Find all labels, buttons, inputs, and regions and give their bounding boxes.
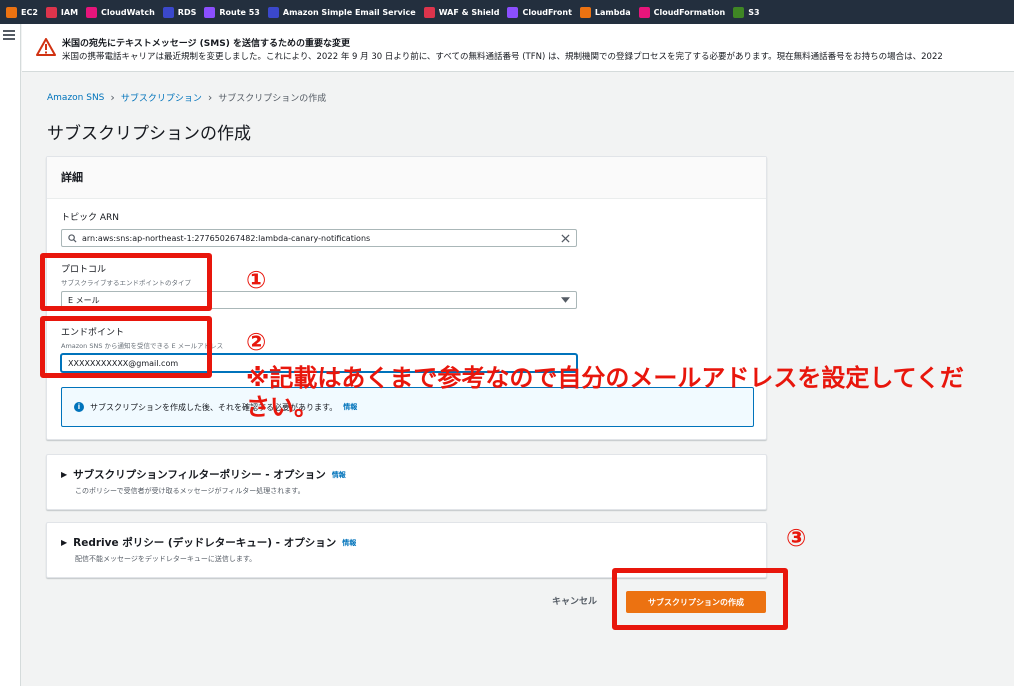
caret-right-icon: ▶	[61, 470, 68, 479]
search-icon	[68, 233, 77, 243]
bookmark-label: CloudWatch	[101, 7, 155, 17]
filter-policy-info-link[interactable]: 情報	[332, 470, 346, 480]
annotation-box-endpoint	[40, 316, 212, 378]
bookmark-amazon-simple-email-service[interactable]: Amazon Simple Email Service	[267, 0, 424, 24]
bookmark-cloudfront[interactable]: CloudFront	[507, 0, 579, 24]
warning-banner: 米国の宛先にテキストメッセージ (SMS) を送信するための重要な変更 米国の携…	[22, 24, 1014, 72]
redrive-policy-info-link[interactable]: 情報	[342, 538, 356, 548]
annotation-box-protocol	[40, 253, 212, 311]
filter-policy-title-row[interactable]: ▶ サブスクリプションフィルターポリシー - オプション 情報	[61, 467, 346, 482]
details-header: 詳細	[47, 157, 766, 199]
redrive-policy-title: Redrive ポリシー (デッドレターキュー) - オプション	[73, 537, 337, 549]
service-icon	[45, 6, 57, 18]
bookmark-cloudformation[interactable]: CloudFormation	[638, 0, 734, 24]
warning-icon	[36, 38, 56, 56]
page-title: サブスクリプションの作成	[47, 124, 251, 144]
service-icon	[733, 6, 745, 18]
bookmark-label: Route 53	[219, 7, 260, 17]
clear-icon[interactable]	[561, 233, 570, 243]
bookmark-s3[interactable]: S3	[733, 0, 767, 24]
bookmark-route-53[interactable]: Route 53	[204, 0, 268, 24]
topic-arn-label: トピック ARN	[61, 213, 120, 223]
left-nav	[0, 24, 21, 686]
annotation-box-create	[612, 568, 788, 630]
annotation-number-1: ①	[246, 266, 267, 294]
chevron-right-icon: ›	[110, 91, 115, 104]
service-icon	[267, 6, 279, 18]
bookmark-label: WAF & Shield	[438, 7, 500, 17]
bookmark-label: Amazon Simple Email Service	[282, 7, 416, 17]
service-icon	[204, 6, 216, 18]
bookmark-label: CloudFront	[522, 7, 572, 17]
caret-down-icon	[561, 297, 570, 303]
annotation-note: ※記載はあくまで参考なので自分のメールアドレスを設定してください。	[246, 364, 964, 421]
service-icon	[579, 6, 591, 18]
bookmark-lambda[interactable]: Lambda	[579, 0, 639, 24]
filter-policy-description: このポリシーで受信者が受け取るメッセージがフィルター処理されます。	[75, 487, 305, 495]
breadcrumb-sns-link[interactable]: Amazon SNS	[47, 93, 104, 103]
bookmark-label: RDS	[177, 7, 197, 17]
caret-right-icon: ▶	[61, 538, 68, 547]
bookmark-rds[interactable]: RDS	[162, 0, 205, 24]
bookmark-label: CloudFormation	[653, 7, 726, 17]
bookmark-label: EC2	[21, 7, 38, 17]
topic-arn-value: arn:aws:sns:ap-northeast-1:277650267482:…	[82, 233, 371, 243]
service-icon	[423, 6, 435, 18]
service-icon	[86, 6, 98, 18]
topic-arn-field[interactable]: arn:aws:sns:ap-northeast-1:277650267482:…	[61, 229, 577, 247]
filter-policy-title: サブスクリプションフィルターポリシー - オプション	[73, 469, 326, 481]
menu-icon[interactable]	[3, 30, 15, 40]
bookmark-waf-shield[interactable]: WAF & Shield	[423, 0, 508, 24]
cancel-button[interactable]: キャンセル	[552, 594, 597, 607]
info-icon: i	[74, 402, 84, 412]
annotation-number-3: ③	[786, 524, 807, 552]
filter-policy-panel[interactable]: ▶ サブスクリプションフィルターポリシー - オプション 情報 このポリシーで受…	[46, 454, 767, 510]
bookmark-label: IAM	[60, 7, 79, 17]
banner-title: 米国の宛先にテキストメッセージ (SMS) を送信するための重要な変更	[62, 39, 350, 49]
service-icon	[6, 6, 17, 18]
redrive-policy-title-row[interactable]: ▶ Redrive ポリシー (デッドレターキュー) - オプション 情報	[61, 535, 356, 550]
chevron-right-icon: ›	[207, 91, 213, 104]
breadcrumb: Amazon SNS › サブスクリプション › サブスクリプションの作成	[47, 91, 326, 104]
breadcrumb-subscriptions-link[interactable]: サブスクリプション	[121, 91, 202, 104]
annotation-number-2: ②	[246, 328, 267, 356]
service-icon	[638, 6, 650, 18]
bookmark-cloudwatch[interactable]: CloudWatch	[86, 0, 163, 24]
bookmark-label: Lambda	[594, 7, 631, 17]
service-icon	[507, 6, 519, 18]
banner-body: 米国の携帯電話キャリアは最近規制を変更しました。これにより、2022 年 9 月…	[62, 52, 943, 62]
bookmark-bar: EC2 IAM CloudWatch RDS Route 53 Amazon Simple…	[0, 0, 1014, 24]
service-icon	[162, 6, 174, 18]
breadcrumb-current: サブスクリプションの作成	[218, 94, 327, 104]
bookmark-label: S3	[748, 7, 760, 17]
redrive-policy-description: 配信不能メッセージをデッドレターキューに送信します。	[75, 555, 257, 563]
bookmark-ec2[interactable]: EC2	[6, 0, 46, 24]
bookmark-iam[interactable]: IAM	[45, 0, 86, 24]
